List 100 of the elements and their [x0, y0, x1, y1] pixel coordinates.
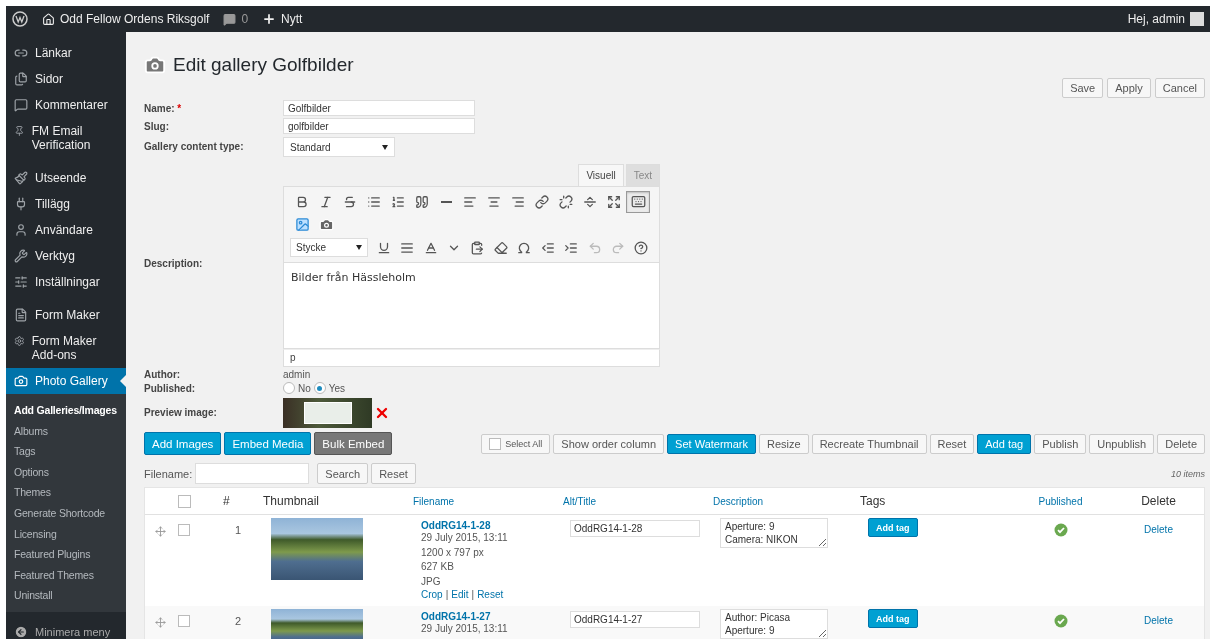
- editor-content[interactable]: Bilder från Hässleholm: [283, 263, 660, 349]
- bulk-action-button[interactable]: Delete: [1157, 433, 1205, 454]
- slug-field[interactable]: golfbilder: [283, 118, 475, 134]
- page-title: Edit gallery Golfbilder: [173, 54, 354, 76]
- published-check-icon[interactable]: [1053, 523, 1068, 537]
- numbered-list-icon: [391, 194, 405, 209]
- radio-label: Yes: [328, 382, 346, 394]
- submenu-item[interactable]: Add Galleries/Images: [6, 400, 126, 421]
- sidebar-item[interactable]: Inställningar: [6, 269, 126, 295]
- description-field[interactable]: Aperture: 9 Camera: NIKON: [720, 518, 828, 548]
- bold-icon: [295, 194, 309, 209]
- row-number: 2: [234, 615, 243, 627]
- bulk-action-button[interactable]: Reset: [929, 433, 975, 454]
- bullet-list-icon: [367, 194, 381, 209]
- new-link[interactable]: Nytt: [281, 12, 303, 26]
- image-file-link[interactable]: OddRG14-1-28: [421, 520, 491, 531]
- plus-icon[interactable]: [262, 12, 277, 26]
- sidebar-item[interactable]: FM Email Verification: [6, 118, 126, 158]
- submenu-item[interactable]: Featured Themes: [6, 564, 126, 586]
- column-sort-link[interactable]: Description: [713, 495, 860, 507]
- link-separator: |: [471, 589, 475, 600]
- column-sort-link[interactable]: Alt/Title: [563, 495, 713, 507]
- sidebar-item[interactable]: Användare: [6, 217, 126, 243]
- description-field[interactable]: Author: Picasa Aperture: 9: [720, 609, 828, 639]
- collapse-menu-button[interactable]: Minimera meny: [6, 618, 126, 639]
- select-all-button[interactable]: Select All: [481, 433, 551, 454]
- bulk-action-button[interactable]: Resize: [759, 433, 809, 454]
- checkbox[interactable]: [178, 524, 190, 536]
- file-info: 627 KB: [421, 560, 455, 574]
- alt-title-field[interactable]: OddRG14-1-28: [570, 520, 700, 537]
- sidebar-item[interactable]: Utseende: [6, 165, 126, 191]
- pages-icon: [14, 72, 28, 86]
- link-icon: [14, 46, 28, 60]
- toolbar-toggle-button[interactable]: [626, 190, 650, 213]
- content-type-select[interactable]: Standard: [283, 137, 395, 157]
- sidebar-item[interactable]: Form Maker Add-ons: [6, 328, 126, 368]
- action-button[interactable]: Save: [1062, 78, 1104, 98]
- radio-button[interactable]: [283, 382, 295, 394]
- checkbox[interactable]: [489, 437, 502, 450]
- action-button[interactable]: Apply: [1107, 78, 1151, 98]
- submenu-item[interactable]: Albums: [6, 420, 126, 442]
- camera-icon: [144, 54, 166, 76]
- sidebar-item[interactable]: Photo Gallery: [6, 368, 126, 394]
- delete-link[interactable]: Delete: [1144, 524, 1173, 535]
- action-button[interactable]: Cancel: [1154, 78, 1205, 98]
- delete-link[interactable]: Delete: [1144, 615, 1173, 626]
- eraser-icon: [493, 240, 508, 255]
- comment-icon[interactable]: [223, 12, 237, 26]
- column-sort-link[interactable]: Filename: [413, 495, 563, 507]
- submenu-item[interactable]: Featured Plugins: [6, 544, 126, 565]
- form-icon: [14, 308, 28, 322]
- sidebar-item[interactable]: Form Maker: [6, 302, 126, 328]
- submenu-item[interactable]: Uninstall: [6, 585, 126, 606]
- submenu-item[interactable]: Themes: [6, 482, 126, 503]
- submenu-item[interactable]: Tags: [6, 441, 126, 462]
- bulk-action-button[interactable]: Unpublish: [1089, 433, 1155, 454]
- bulk-action-button[interactable]: Show order column: [553, 433, 665, 454]
- sidebar-item[interactable]: Sidor: [6, 66, 126, 92]
- submenu-item[interactable]: Generate Shortcode: [6, 502, 126, 524]
- picture-icon: [294, 217, 310, 232]
- site-name-link[interactable]: Odd Fellow Ordens Riksgolf: [60, 12, 210, 26]
- logo-icon[interactable]: [12, 11, 28, 27]
- column-header: #: [223, 494, 231, 508]
- sidebar-item[interactable]: Länkar: [6, 40, 126, 66]
- submenu-item[interactable]: Licensing: [6, 523, 126, 545]
- reset-button[interactable]: Reset: [371, 463, 416, 484]
- sidebar-item[interactable]: Kommentarer: [6, 92, 126, 118]
- column-sort-link[interactable]: Published: [1038, 495, 1083, 507]
- sidebar-item[interactable]: Tillägg: [6, 191, 126, 217]
- editor-tab[interactable]: Visuell: [578, 164, 624, 186]
- radio-button[interactable]: [313, 382, 326, 394]
- link-separator: |: [445, 589, 449, 600]
- home-icon[interactable]: [42, 12, 55, 26]
- row-action-link[interactable]: Reset: [477, 589, 504, 600]
- greeting-link[interactable]: Hej, admin: [1127, 12, 1185, 26]
- search-button[interactable]: Search: [317, 463, 369, 484]
- name-field[interactable]: Golfbilder: [283, 100, 475, 116]
- published-check-icon[interactable]: [1053, 614, 1068, 628]
- bulk-action-button[interactable]: Recreate Thumbnail: [811, 433, 927, 454]
- filename-field[interactable]: [195, 463, 310, 484]
- submenu-item[interactable]: Options: [6, 461, 126, 483]
- checkbox[interactable]: [178, 494, 191, 508]
- sliders-icon: [14, 275, 28, 289]
- sidebar-item[interactable]: Verktyg: [6, 243, 126, 269]
- user-icon: [14, 223, 28, 237]
- row-action-link[interactable]: Edit: [451, 589, 469, 600]
- camera-icon: [318, 217, 334, 232]
- help-icon: [634, 240, 649, 255]
- drag-handle-icon[interactable]: [155, 526, 166, 537]
- remove-icon[interactable]: [374, 405, 390, 421]
- file-info: 29 July 2015, 13:11: [421, 531, 509, 545]
- checkbox[interactable]: [178, 615, 190, 627]
- alt-title-field[interactable]: OddRG14-1-27: [570, 611, 700, 628]
- media-button[interactable]: Bulk Embed: [314, 432, 393, 455]
- drag-handle-icon[interactable]: [155, 617, 166, 628]
- bulk-action-button[interactable]: Publish: [1034, 433, 1087, 454]
- image-file-link[interactable]: OddRG14-1-27: [421, 611, 491, 622]
- comment-count[interactable]: 0: [241, 12, 249, 26]
- row-action-link[interactable]: Crop: [421, 589, 443, 600]
- format-select[interactable]: Stycke: [290, 238, 369, 257]
